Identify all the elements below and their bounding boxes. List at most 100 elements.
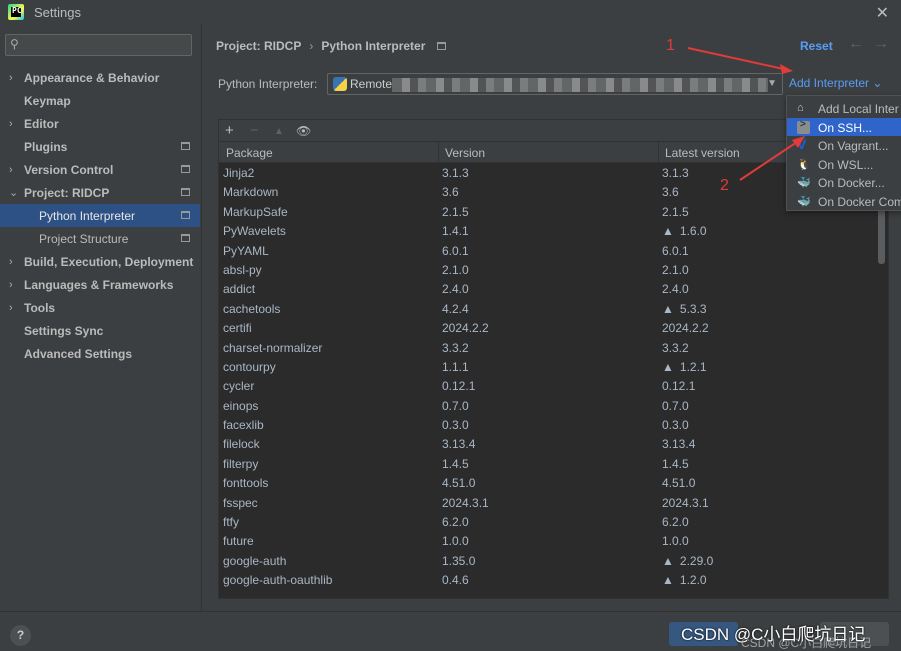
package-version: 6.2.0	[442, 515, 469, 530]
sidebar-item-plugins[interactable]: Plugins	[0, 135, 200, 158]
package-rows: Jinja2 3.1.3 3.1.3 Markdown 3.6 3.6 MarkupSafe…	[219, 163, 888, 590]
close-icon[interactable]: ✕	[876, 3, 889, 23]
latest-version-text: 0.3.0	[662, 418, 689, 433]
package-version: 2024.3.1	[442, 495, 489, 510]
table-row[interactable]: addict 2.4.0 2.4.0	[219, 279, 888, 298]
sidebar-item-keymap[interactable]: Keymap	[0, 89, 200, 112]
package-version: 4.2.4	[442, 301, 469, 316]
upgrade-package-icon[interactable]: ▲	[274, 126, 284, 137]
menu-item-docker-compose[interactable]: 🐳 On Docker Com	[787, 192, 901, 211]
table-row[interactable]: PyWavelets 1.4.1 ▲ 1.6.0	[219, 221, 888, 240]
package-version: 1.35.0	[442, 553, 476, 568]
table-row[interactable]: filterpy 1.4.5 1.4.5	[219, 454, 888, 473]
settings-nav: › Appearance & Behavior Keymap › Editor …	[0, 66, 200, 365]
sidebar-item-version-control[interactable]: › Version Control	[0, 158, 200, 181]
add-package-icon[interactable]: +	[225, 122, 234, 139]
sidebar-item-build[interactable]: › Build, Execution, Deployment	[0, 250, 200, 273]
table-row[interactable]: google-auth 1.35.0 ▲ 2.29.0	[219, 551, 888, 570]
package-version: 3.1.3	[442, 166, 469, 180]
package-version: 6.0.1	[442, 243, 469, 258]
settings-search[interactable]: ⚲	[5, 34, 192, 56]
menu-item-ssh[interactable]: On SSH...	[787, 117, 901, 137]
title-bar: PC Settings ✕	[0, 0, 901, 24]
package-name: Markdown	[223, 185, 279, 200]
package-version: 3.13.4	[442, 437, 476, 452]
sidebar-item-project[interactable]: ⌄ Project: RIDCP	[0, 181, 200, 204]
sidebar-item-label: Editor	[24, 116, 59, 131]
table-row[interactable]: filelock 3.13.4 3.13.4	[219, 434, 888, 453]
back-arrow-icon[interactable]: ←	[848, 35, 864, 53]
help-button[interactable]: ?	[10, 625, 31, 646]
latest-version-text: 1.6.0	[679, 224, 707, 239]
latest-version-text: 1.0.0	[662, 534, 689, 549]
sidebar-item-editor[interactable]: › Editor	[0, 112, 200, 135]
package-latest-version: 2.4.0	[662, 282, 689, 296]
package-latest-version: ▲ 1.2.0	[662, 573, 707, 587]
latest-version-text: 2024.2.2	[662, 321, 709, 336]
sidebar-item-appearance[interactable]: › Appearance & Behavior	[0, 66, 200, 89]
latest-version-text: 2.29.0	[679, 553, 714, 568]
forward-arrow-icon[interactable]: →	[873, 35, 889, 53]
package-version: 3.6	[442, 185, 459, 200]
table-row[interactable]: cachetools 4.2.4 ▲ 5.3.3	[219, 299, 888, 318]
breadcrumb: Project: RIDCP › Python Interpreter	[216, 39, 447, 53]
breadcrumb-project: Project: RIDCP	[216, 39, 302, 53]
package-latest-version: 3.13.4	[662, 437, 695, 451]
table-row[interactable]: fonttools 4.51.0 4.51.0	[219, 473, 888, 492]
project-scope-icon	[437, 42, 447, 50]
interpreter-select[interactable]: Remote ▼	[327, 73, 783, 95]
table-row[interactable]: PyYAML 6.0.1 6.0.1	[219, 241, 888, 260]
table-row[interactable]: ftfy 6.2.0 6.2.0	[219, 512, 888, 531]
column-divider	[658, 142, 659, 163]
sidebar-item-tools[interactable]: › Tools	[0, 296, 200, 319]
sidebar-item-advanced[interactable]: Advanced Settings	[0, 342, 200, 365]
annotation-label-1: 1	[666, 37, 675, 54]
menu-item-docker[interactable]: 🐳 On Docker...	[787, 173, 901, 192]
chevron-right-icon: ›	[9, 117, 13, 130]
page-title: Python Interpreter	[321, 39, 426, 53]
latest-version-text: 0.7.0	[662, 398, 689, 413]
chevron-right-icon: ›	[9, 163, 13, 176]
sidebar-item-settings-sync[interactable]: Settings Sync	[0, 319, 200, 342]
table-row[interactable]: charset-normalizer 3.3.2 3.3.2	[219, 338, 888, 357]
table-row[interactable]: absl-py 2.1.0 2.1.0	[219, 260, 888, 279]
table-row[interactable]: cycler 0.12.1 0.12.1	[219, 376, 888, 395]
sidebar-item-languages[interactable]: › Languages & Frameworks	[0, 273, 200, 296]
package-latest-version: ▲ 1.6.0	[662, 224, 707, 238]
menu-item-label: On Docker...	[818, 176, 885, 191]
menu-item-wsl[interactable]: 🐧 On WSL...	[787, 155, 901, 174]
package-name: MarkupSafe	[223, 204, 288, 219]
table-row[interactable]: certifi 2024.2.2 2024.2.2	[219, 318, 888, 337]
latest-version-text: 0.12.1	[662, 379, 696, 394]
latest-version-text: 6.2.0	[662, 515, 689, 530]
package-name: filelock	[223, 437, 260, 452]
table-row[interactable]: future 1.0.0 1.0.0	[219, 531, 888, 550]
menu-item-vagrant[interactable]: V On Vagrant...	[787, 136, 901, 155]
sidebar-item-label: Languages & Frameworks	[24, 277, 174, 292]
table-row[interactable]: facexlib 0.3.0 0.3.0	[219, 415, 888, 434]
search-input[interactable]	[30, 36, 190, 54]
column-header-latest[interactable]: Latest version	[665, 146, 740, 160]
reset-button[interactable]: Reset	[800, 39, 833, 53]
latest-version-text: 1.2.1	[679, 359, 707, 374]
column-header-package[interactable]: Package	[226, 146, 273, 160]
package-version: 1.4.5	[442, 456, 469, 471]
table-row[interactable]: contourpy 1.1.1 ▲ 1.2.1	[219, 357, 888, 376]
menu-item-add-local[interactable]: ⌂ Add Local Inter	[787, 99, 901, 118]
add-interpreter-button[interactable]: Add Interpreter ⌄	[789, 76, 882, 90]
package-version: 2.1.0	[442, 262, 469, 277]
column-header-version[interactable]: Version	[445, 146, 485, 160]
package-latest-version: 0.12.1	[662, 379, 695, 393]
interpreter-label: Python Interpreter:	[218, 77, 318, 91]
upgrade-available-icon: ▲	[662, 573, 674, 588]
sidebar-item-project-structure[interactable]: Project Structure	[0, 227, 200, 250]
table-row[interactable]: fsspec 2024.3.1 2024.3.1	[219, 493, 888, 512]
remove-package-icon[interactable]: −	[250, 122, 259, 139]
dialog-footer: ? CSDN @C小白爬坑日记 CSDN @C小白爬坑日记	[0, 611, 901, 651]
table-row[interactable]: einops 0.7.0 0.7.0	[219, 396, 888, 415]
eye-icon[interactable]: 👁	[296, 124, 311, 138]
latest-version-text: 6.0.1	[662, 243, 689, 258]
table-row[interactable]: google-auth-oauthlib 0.4.6 ▲ 1.2.0	[219, 570, 888, 589]
package-name: future	[223, 534, 254, 549]
sidebar-item-python-interpreter[interactable]: Python Interpreter	[0, 204, 200, 227]
